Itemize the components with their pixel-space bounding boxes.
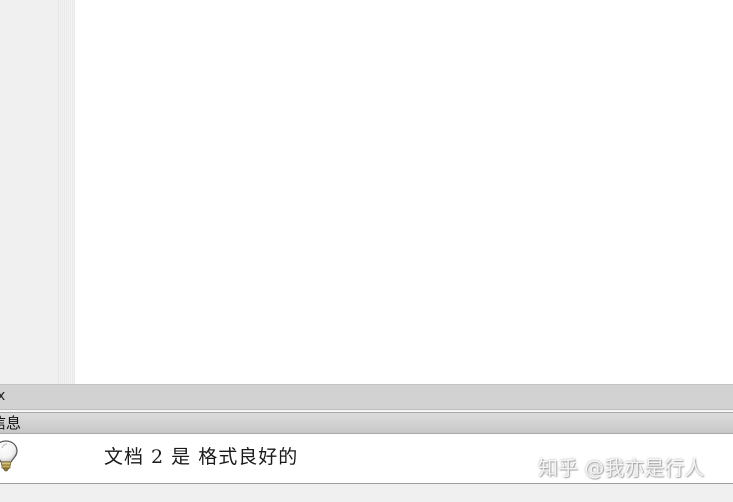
info-panel-header: 信息 xyxy=(0,413,733,434)
info-message: 文档 2 是 格式良好的 xyxy=(104,446,299,468)
status-bar xyxy=(0,484,733,502)
watermark: 知乎 @我亦是行人 xyxy=(538,456,705,480)
horizontal-scrollbar[interactable]: x xyxy=(0,384,733,409)
lightbulb-icon xyxy=(0,440,18,472)
left-gutter xyxy=(0,0,58,384)
editor-margin xyxy=(58,0,75,384)
editor-area[interactable] xyxy=(75,0,733,384)
close-icon[interactable]: x xyxy=(0,388,5,404)
info-panel-title: 信息 xyxy=(0,414,22,432)
app-window: x 信息 文档 2 是 格式良好的 知乎 @我亦是行人 xyxy=(0,0,733,502)
